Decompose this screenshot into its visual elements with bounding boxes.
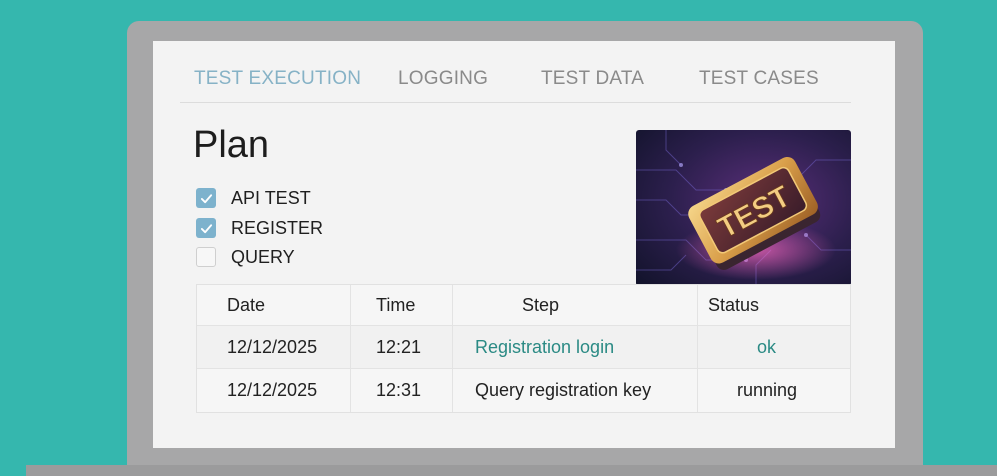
- tab-test-execution[interactable]: TEST EXECUTION: [194, 68, 361, 90]
- tab-bar: TEST EXECUTION LOGGING TEST DATA TEST CA…: [153, 41, 895, 103]
- row-date: 12/12/2025: [227, 336, 318, 357]
- register-label: REGISTER: [231, 217, 324, 238]
- table-header-row: Date Time Step Status: [197, 285, 850, 325]
- header-time: Time: [376, 294, 416, 315]
- row-step-link[interactable]: Registration login: [475, 326, 614, 368]
- option-register[interactable]: REGISTER: [196, 217, 323, 239]
- table-row[interactable]: 12/12/2025 12:21 Registration login ok: [197, 325, 850, 368]
- row-time: 12:21: [376, 336, 422, 357]
- laptop-base: [26, 465, 997, 476]
- row-status: ok: [757, 336, 777, 357]
- column-divider: [697, 285, 698, 412]
- option-api-test[interactable]: API TEST: [196, 187, 311, 209]
- checkmark-icon: [200, 193, 212, 203]
- tab-test-cases[interactable]: TEST CASES: [699, 68, 819, 90]
- api-test-label: API TEST: [231, 187, 311, 208]
- row-time: 12:31: [376, 380, 422, 400]
- tab-logging[interactable]: LOGGING: [398, 68, 488, 90]
- tab-divider: [180, 102, 851, 103]
- register-checkbox[interactable]: [196, 218, 216, 238]
- query-checkbox[interactable]: [196, 247, 216, 267]
- header-status: Status: [708, 294, 760, 315]
- header-date: Date: [227, 294, 266, 315]
- row-status: running: [737, 380, 798, 400]
- page-title: Plan: [193, 124, 270, 166]
- tab-test-data[interactable]: TEST DATA: [541, 68, 644, 90]
- api-test-checkbox[interactable]: [196, 188, 216, 208]
- checkmark-icon: [200, 223, 212, 233]
- app-screen: TEST EXECUTION LOGGING TEST DATA TEST CA…: [153, 41, 895, 448]
- query-label: QUERY: [231, 246, 295, 267]
- header-step: Step: [522, 294, 560, 315]
- row-date: 12/12/2025: [227, 380, 318, 400]
- row-step: Query registration key: [475, 380, 652, 400]
- test-steps-table: Date Time Step Status 12/12/2025 12:21 R…: [196, 284, 851, 413]
- test-chip-image: TEST: [636, 130, 851, 286]
- column-divider: [452, 285, 453, 412]
- table-row[interactable]: 12/12/2025 12:31 Query registration key …: [197, 368, 850, 412]
- option-query[interactable]: QUERY: [196, 246, 295, 268]
- column-divider: [350, 285, 351, 412]
